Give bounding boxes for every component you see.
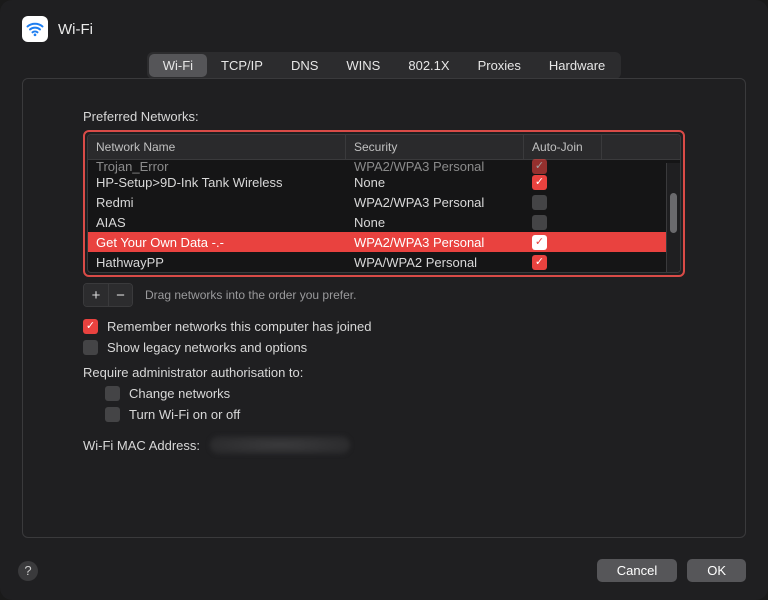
legacy-row: Show legacy networks and options [83,340,685,355]
cell-security: None [346,175,524,190]
auto-join-checkbox[interactable]: ✓ [532,235,547,250]
table-body: Trojan_ErrorWPA2/WPA3 Personal✓HP-Setup>… [88,160,680,272]
auto-join-checkbox[interactable]: ✓ [532,159,547,174]
auto-join-checkbox[interactable] [532,195,547,210]
preferred-networks-table[interactable]: Network Name Security Auto-Join Trojan_E… [87,134,681,273]
toggle-row: Turn Wi-Fi on or off [105,407,685,422]
table-row[interactable]: Trojan_ErrorWPA2/WPA3 Personal ✓ [88,160,680,172]
preferred-networks-label: Preferred Networks: [83,109,685,124]
auto-join-checkbox[interactable] [532,215,547,230]
require-label-row: Require administrator authorisation to: [83,365,685,380]
cell-network-name: Get Your Own Data -.- [88,235,346,250]
table-row[interactable]: Get Your Own Data -.-WPA2/WPA3 Personal ✓ [88,232,680,252]
remember-row: ✓ Remember networks this computer has jo… [83,319,685,334]
reorder-hint: Drag networks into the order you prefer. [145,288,356,302]
require-admin-label: Require administrator authorisation to: [83,365,303,380]
cell-network-name: AIAS [88,215,346,230]
col-auto-join[interactable]: Auto-Join [524,135,602,159]
table-row[interactable]: HathwayPPWPA/WPA2 Personal ✓ [88,252,680,272]
table-row[interactable]: RedmiWPA2/WPA3 Personal [88,192,680,212]
tab-8021x[interactable]: 802.1X [394,54,463,77]
mac-address-value-redacted [210,436,350,454]
change-row: Change networks [105,386,685,401]
cell-network-name: HathwayPP [88,255,346,270]
cell-network-name: Trojan_Error [88,159,346,174]
tab-tcpip[interactable]: TCP/IP [207,54,277,77]
table-header: Network Name Security Auto-Join [88,135,680,160]
cell-security: WPA/WPA2 Personal [346,255,524,270]
titlebar: Wi-Fi [0,0,768,48]
remember-checkbox[interactable]: ✓ [83,319,98,334]
add-remove-buttons: + − [83,283,133,307]
mac-address-label: Wi-Fi MAC Address: [83,438,200,453]
auto-join-checkbox[interactable]: ✓ [532,175,547,190]
remember-label: Remember networks this computer has join… [107,319,371,334]
wifi-toggle-checkbox[interactable] [105,407,120,422]
legacy-checkbox[interactable] [83,340,98,355]
table-highlight: Network Name Security Auto-Join Trojan_E… [83,130,685,277]
cell-security: WPA2/WPA3 Personal [346,235,524,250]
col-network-name[interactable]: Network Name [88,135,346,159]
cell-auto-join: ✓ [524,175,602,190]
ok-button[interactable]: OK [687,559,746,582]
cell-auto-join: ✓ [524,255,602,270]
tab-dns[interactable]: DNS [277,54,332,77]
cell-auto-join: ✓ [524,235,602,250]
cell-auto-join [524,215,602,230]
window-title: Wi-Fi [58,21,93,38]
add-network-button[interactable]: + [84,284,108,306]
cell-network-name: HP-Setup>9D-Ink Tank Wireless [88,175,346,190]
cell-auto-join [524,195,602,210]
col-security[interactable]: Security [346,135,524,159]
cell-security: WPA2/WPA3 Personal [346,195,524,210]
auto-join-checkbox[interactable]: ✓ [532,255,547,270]
tabs-row: Wi-Fi TCP/IP DNS WINS 802.1X Proxies Har… [0,48,768,79]
remove-network-button[interactable]: − [108,284,132,306]
cancel-button[interactable]: Cancel [597,559,677,582]
legacy-label: Show legacy networks and options [107,340,307,355]
table-row[interactable]: AIASNone [88,212,680,232]
mac-row: Wi-Fi MAC Address: [83,436,685,454]
help-button[interactable]: ? [18,561,38,581]
wifi-toggle-label: Turn Wi-Fi on or off [129,407,240,422]
wifi-icon [22,16,48,42]
footer: ? Cancel OK [0,545,768,600]
tab-hardware[interactable]: Hardware [535,54,619,77]
tab-proxies[interactable]: Proxies [464,54,535,77]
cell-network-name: Redmi [88,195,346,210]
scrollbar[interactable] [666,163,680,272]
tabbar: Wi-Fi TCP/IP DNS WINS 802.1X Proxies Har… [147,52,622,79]
cell-auto-join: ✓ [524,159,602,174]
wifi-advanced-window: Wi-Fi Wi-Fi TCP/IP DNS WINS 802.1X Proxi… [0,0,768,600]
cell-security: WPA2/WPA3 Personal [346,159,524,174]
change-networks-checkbox[interactable] [105,386,120,401]
tab-wifi[interactable]: Wi-Fi [149,54,207,77]
cell-security: None [346,215,524,230]
tab-wins[interactable]: WINS [332,54,394,77]
scroll-thumb[interactable] [670,193,677,233]
change-networks-label: Change networks [129,386,230,401]
panel: Preferred Networks: Network Name Securit… [22,78,746,538]
table-row[interactable]: HP-Setup>9D-Ink Tank WirelessNone ✓ [88,172,680,192]
